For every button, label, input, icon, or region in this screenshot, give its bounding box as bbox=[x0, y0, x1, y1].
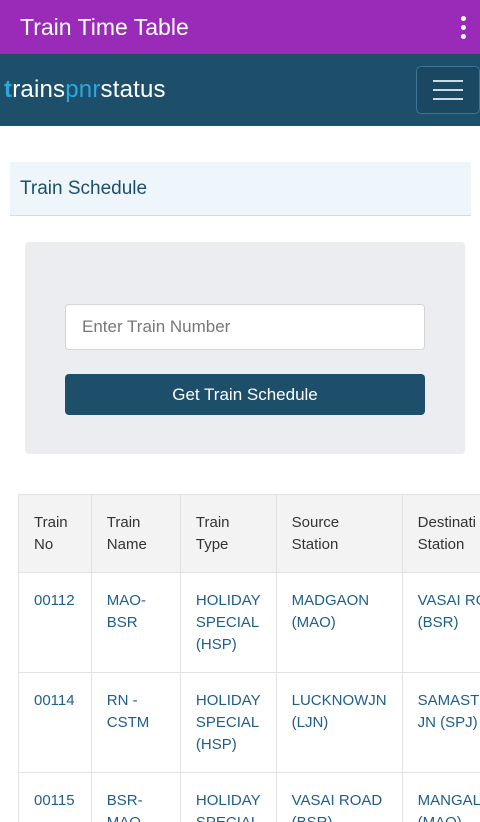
cell-train-type: HOLIDAY SPECIAL (HSP) bbox=[179, 672, 277, 773]
header-train-no: Train No bbox=[18, 494, 92, 573]
cell-train-no[interactable]: 00112 bbox=[18, 572, 92, 673]
header-destination-station: Destinati Station bbox=[401, 494, 480, 573]
cell-train-type: HOLIDAYSPECIAL bbox=[179, 772, 277, 822]
header-train-type: Train Type bbox=[179, 494, 277, 573]
cell-source-station[interactable]: MADGAON (MAO) bbox=[275, 572, 403, 673]
table-row: 00114 RN - CSTM HOLIDAY SPECIAL (HSP) LUCKN… bbox=[18, 672, 480, 773]
app-bar: Train Time Table bbox=[0, 0, 480, 54]
cell-source-station[interactable]: VASAI ROAD(BSR) bbox=[275, 772, 403, 822]
site-navbar: trainspnrstatus bbox=[0, 54, 480, 126]
cell-destination-station[interactable]: MANGAL(MAQ) bbox=[401, 772, 480, 822]
main-content: Train Schedule Get Train Schedule TrainN… bbox=[0, 126, 480, 822]
cell-train-name[interactable]: MAO- BSR bbox=[90, 572, 181, 673]
train-number-input[interactable] bbox=[65, 304, 425, 350]
section-header: Train Schedule bbox=[10, 162, 471, 216]
table-header-row: Train No Train Name Train Type Source Statio… bbox=[18, 494, 480, 573]
cell-train-no[interactable]: 00115 bbox=[18, 772, 92, 822]
hamburger-icon[interactable] bbox=[416, 66, 480, 114]
more-vert-icon[interactable] bbox=[461, 12, 466, 43]
cell-destination-station[interactable]: SAMAST JN (SPJ) bbox=[401, 672, 480, 773]
cell-source-station[interactable]: LUCKNOWJN (LJN) bbox=[275, 672, 403, 773]
cell-train-type: HOLIDAY SPECIAL (HSP) bbox=[179, 572, 277, 673]
search-form-panel: Get Train Schedule bbox=[25, 242, 465, 454]
table-row: 00112 MAO- BSR HOLIDAY SPECIAL (HSP) MADGAO… bbox=[18, 572, 480, 673]
header-source-station: Source Station bbox=[275, 494, 403, 573]
schedule-table: Train No Train Name Train Type Source Statio… bbox=[18, 494, 480, 822]
cell-destination-station[interactable]: VASAI RO(BSR) bbox=[401, 572, 480, 673]
header-train-name: Train Name bbox=[90, 494, 181, 573]
cell-train-name[interactable]: RN - CSTM bbox=[90, 672, 181, 773]
cell-train-no[interactable]: 00114 bbox=[18, 672, 92, 773]
cell-train-name[interactable]: BSR-MAQ bbox=[90, 772, 181, 822]
get-train-schedule-button[interactable]: Get Train Schedule bbox=[65, 374, 425, 415]
site-logo[interactable]: trainspnrstatus bbox=[4, 76, 166, 104]
app-title: Train Time Table bbox=[20, 13, 189, 40]
section-title: Train Schedule bbox=[20, 177, 148, 199]
schedule-table-container[interactable]: Train No Train Name Train Type Source Statio… bbox=[18, 494, 480, 822]
table-row: 00115 BSR-MAQ HOLIDAYSPECIAL VASAI ROAD(… bbox=[18, 772, 480, 822]
